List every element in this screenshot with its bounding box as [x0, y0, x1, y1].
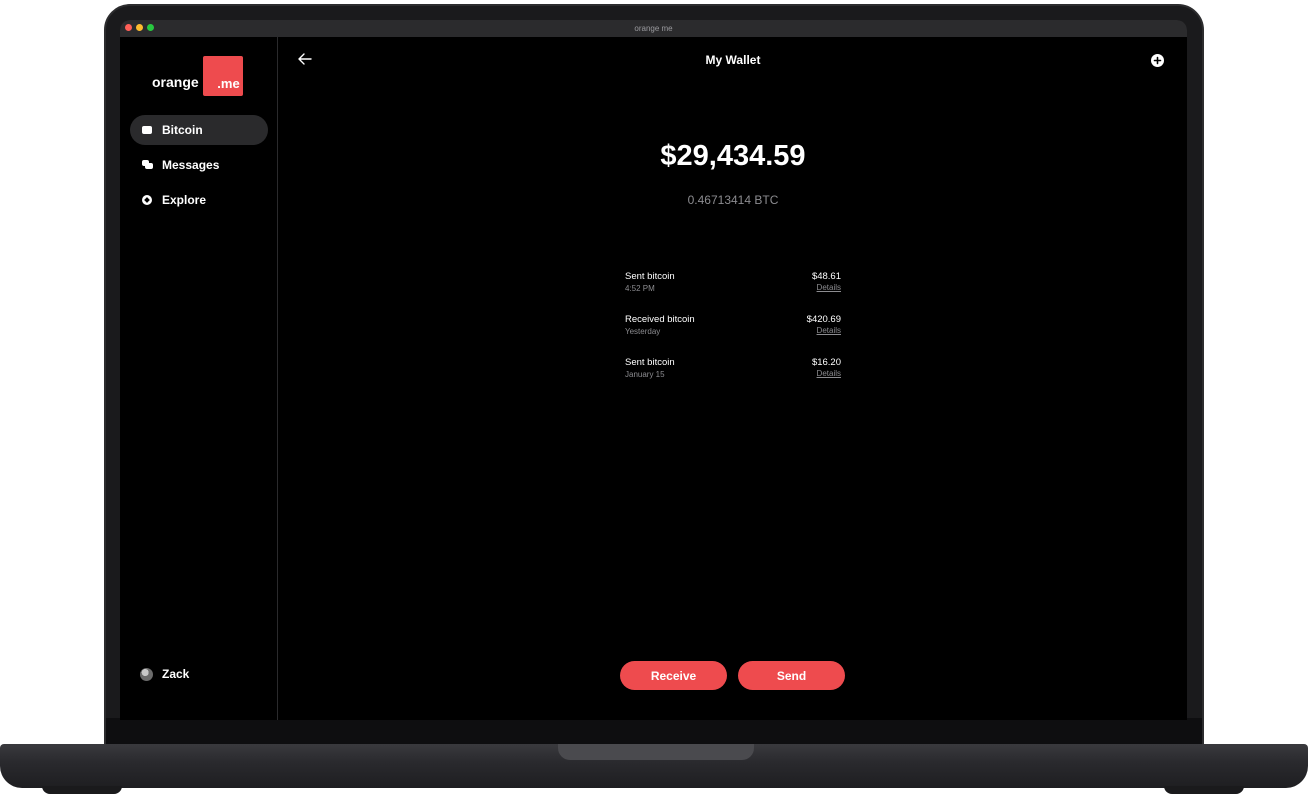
user-profile[interactable]: Zack [140, 667, 189, 681]
balance-btc: 0.46713414 BTC [687, 193, 779, 207]
plus-circle-icon [1153, 56, 1162, 65]
receive-button[interactable]: Receive [620, 661, 727, 690]
logo-wordmark: orange [152, 74, 199, 90]
transaction-list: Sent bitcoin 4:52 PM $48.61 Details Rece… [625, 271, 841, 400]
list-item: Sent bitcoin 4:52 PM $48.61 Details [625, 271, 841, 314]
list-item: Sent bitcoin January 15 $16.20 Details [625, 357, 841, 400]
sidebar: orange .me Bitcoin Messages Explore Zack [120, 37, 278, 720]
sidebar-item-explore[interactable]: Explore [130, 185, 268, 215]
user-name: Zack [162, 667, 190, 681]
transaction-date: Yesterday [625, 327, 661, 336]
logo-badge-text: .me [217, 76, 240, 91]
laptop-foot [1164, 786, 1244, 794]
transaction-amount: $48.61 [811, 271, 841, 282]
list-item: Received bitcoin Yesterday $420.69 Detai… [625, 314, 841, 357]
main-content: My Wallet $29,434.59 0.46713414 BTC Sent… [279, 37, 1187, 720]
maximize-window-button[interactable] [147, 24, 154, 31]
chat-icon [142, 160, 153, 170]
details-link[interactable]: Details [817, 369, 841, 378]
sidebar-item-label: Messages [162, 158, 220, 172]
transaction-title: Sent bitcoin [625, 271, 675, 282]
sidebar-item-label: Explore [162, 193, 207, 207]
balance-usd: $29,434.59 [660, 140, 806, 172]
logo-badge: .me [202, 56, 243, 96]
transaction-date: January 15 [625, 370, 665, 379]
close-window-button[interactable] [125, 24, 132, 31]
details-link[interactable]: Details [817, 283, 841, 292]
window-title: orange me [634, 24, 673, 33]
app-window: orange me orange .me Bitcoin Messages Ex… [120, 20, 1187, 720]
transaction-amount: $420.69 [806, 314, 841, 325]
compass-icon [142, 195, 152, 205]
screen-bezel [106, 718, 1202, 746]
laptop-notch [558, 744, 754, 760]
wallet-icon [142, 125, 152, 135]
transaction-title: Sent bitcoin [625, 357, 675, 368]
sidebar-item-label: Bitcoin [162, 123, 203, 137]
transaction-date: 4:52 PM [625, 284, 655, 293]
send-button[interactable]: Send [738, 661, 845, 690]
sidebar-item-messages[interactable]: Messages [130, 150, 268, 180]
details-link[interactable]: Details [817, 326, 841, 335]
laptop-foot [42, 786, 122, 794]
title-bar: orange me [120, 20, 1187, 37]
add-button[interactable] [1151, 54, 1164, 67]
transaction-amount: $16.20 [811, 357, 841, 368]
app-logo: orange .me [152, 56, 243, 96]
avatar [140, 667, 153, 681]
sidebar-item-bitcoin[interactable]: Bitcoin [130, 115, 268, 145]
page-title: My Wallet [705, 53, 761, 67]
transaction-title: Received bitcoin [625, 314, 695, 325]
window-controls [125, 24, 154, 31]
minimize-window-button[interactable] [136, 24, 143, 31]
